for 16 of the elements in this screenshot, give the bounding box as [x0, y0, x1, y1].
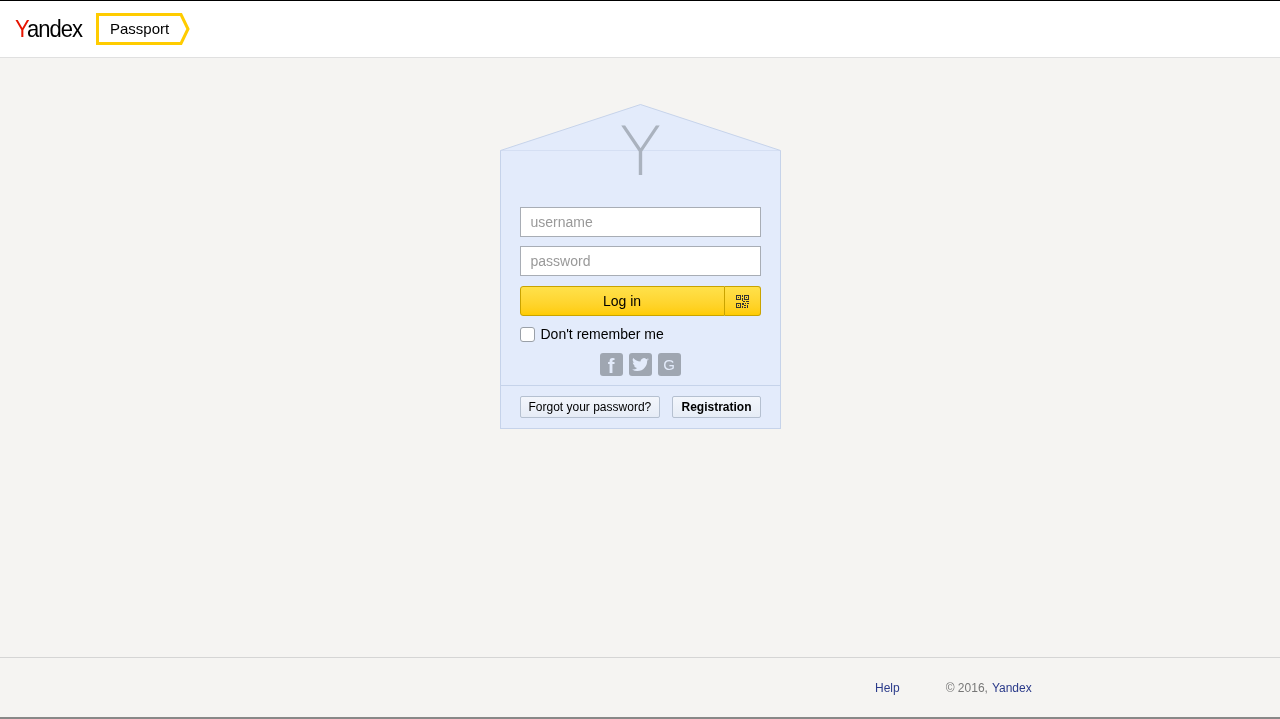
help-link[interactable]: Help — [875, 678, 900, 697]
username-field[interactable]: username — [519, 207, 761, 237]
qr-code-button[interactable] — [724, 286, 761, 316]
twitter-bird-icon[interactable] — [628, 353, 652, 376]
card-emblem: Y — [618, 118, 663, 186]
qr-code-icon — [735, 294, 749, 308]
copyright-text: © 2016, — [945, 679, 988, 697]
company-link[interactable]: Yandex — [991, 678, 1032, 697]
remember-checkbox[interactable] — [519, 327, 535, 342]
login-button[interactable]: Log in — [519, 286, 725, 316]
service-tab[interactable]: Passport — [96, 13, 190, 45]
password-field[interactable]: password — [519, 246, 761, 276]
yandex-logo[interactable]: Yandex — [15, 16, 82, 42]
remember-label: Don't remember me — [540, 325, 664, 344]
forgot-password-button[interactable]: Forgot your password? — [519, 396, 661, 418]
registration-button[interactable]: Registration — [672, 396, 761, 418]
